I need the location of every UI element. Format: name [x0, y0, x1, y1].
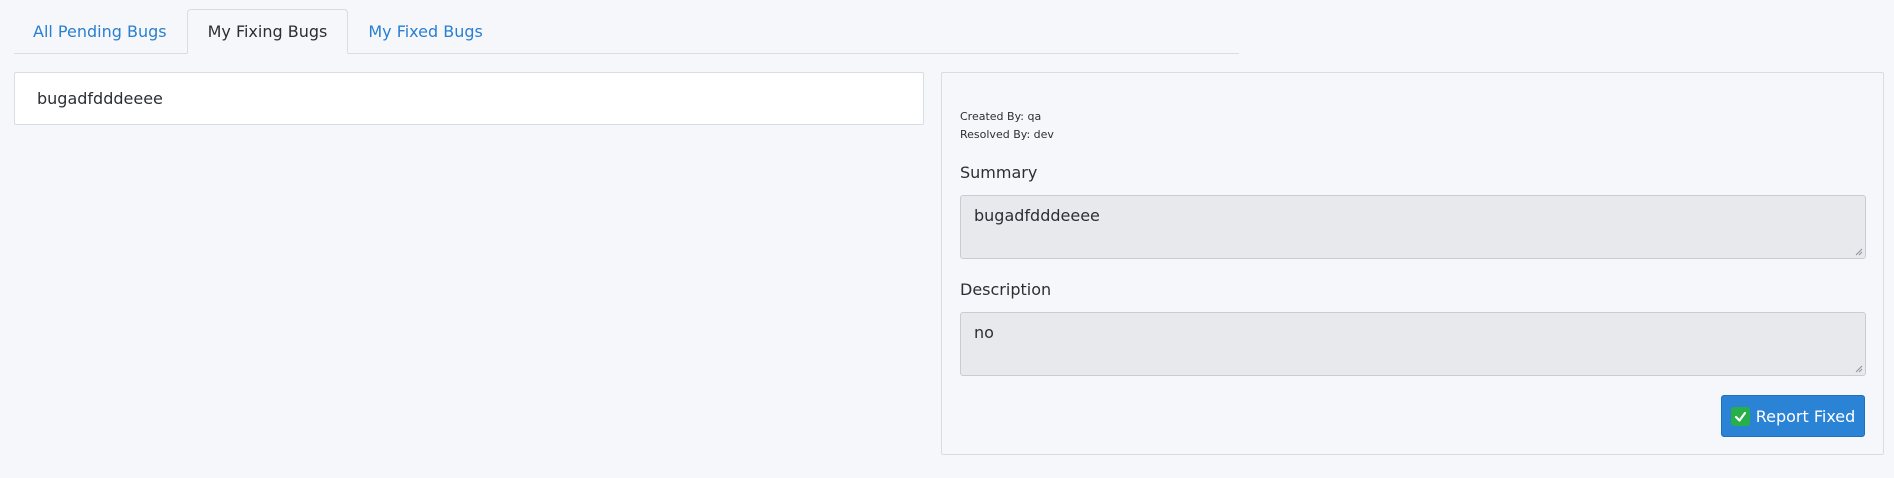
- description-field[interactable]: no: [960, 312, 1866, 376]
- created-by-text: Created By: qa: [960, 110, 1042, 123]
- check-mark-icon: [1730, 406, 1750, 426]
- description-label: Description: [960, 280, 1052, 299]
- resize-handle-icon[interactable]: [1855, 248, 1863, 256]
- bug-list-item-title: bugadfdddeeee: [37, 89, 163, 108]
- bug-detail-panel: Created By: qa Resolved By: dev Summary …: [941, 72, 1884, 455]
- summary-field[interactable]: bugadfdddeeee: [960, 195, 1866, 259]
- summary-label: Summary: [960, 163, 1038, 182]
- tab-all-pending-bugs[interactable]: All Pending Bugs: [14, 9, 187, 53]
- resolved-by-text: Resolved By: dev: [960, 128, 1054, 141]
- tab-my-fixing-bugs[interactable]: My Fixing Bugs: [186, 9, 349, 54]
- description-field-value: no: [974, 323, 994, 342]
- summary-field-value: bugadfdddeeee: [974, 206, 1100, 225]
- report-fixed-button[interactable]: Report Fixed: [1721, 395, 1865, 437]
- bug-list: bugadfdddeeee: [14, 72, 924, 125]
- tab-bar: All Pending Bugs My Fixing Bugs My Fixed…: [14, 9, 1239, 54]
- resize-handle-icon[interactable]: [1855, 365, 1863, 373]
- report-fixed-label: Report Fixed: [1755, 406, 1856, 426]
- bug-list-item[interactable]: bugadfdddeeee: [14, 72, 924, 125]
- tab-my-fixed-bugs[interactable]: My Fixed Bugs: [348, 9, 503, 53]
